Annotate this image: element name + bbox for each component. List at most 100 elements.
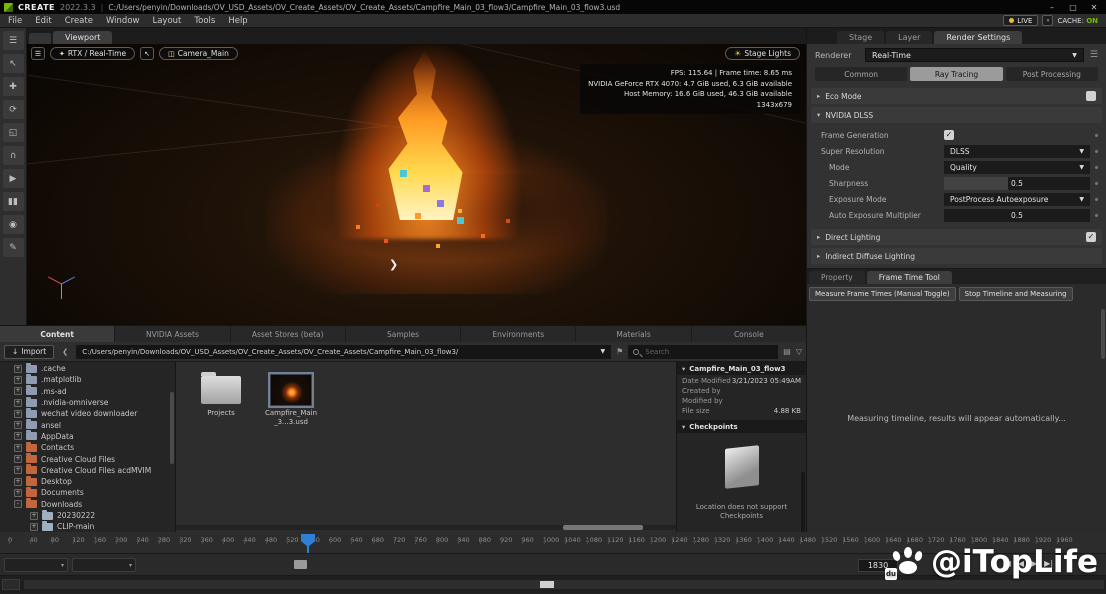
viewport-select-button[interactable]: ↖ (140, 47, 154, 60)
close-button[interactable]: ✕ (1086, 3, 1102, 12)
tree-item[interactable]: + .matplotlib (0, 374, 175, 385)
nvidia-dlss-section[interactable]: ▾ NVIDIA DLSS (811, 107, 1102, 123)
renderer-dropdown[interactable]: Real-Time ▼ (865, 48, 1084, 62)
content-item[interactable]: Projects (194, 374, 248, 418)
details-title[interactable]: ▾Campfire_Main_03_flow3 (677, 362, 806, 375)
direct-lighting-checkbox[interactable] (1086, 232, 1096, 242)
viewport[interactable]: ☰ ✦RTX / Real-Time ↖ ◫Camera_Main ☀Stage… (27, 44, 806, 325)
expand-toggle[interactable]: + (14, 489, 22, 497)
sharpness-slider[interactable]: 0.5 (944, 177, 1090, 190)
expand-toggle[interactable]: + (14, 432, 22, 440)
reset-dot-icon[interactable] (1095, 214, 1098, 217)
snap-tool-button[interactable]: ∩ (3, 146, 24, 165)
browser-tab[interactable]: Samples (346, 326, 460, 342)
timeline-option-box[interactable]: ▾ (72, 558, 136, 572)
auto-exposure-multiplier-field[interactable]: 0.5 (944, 209, 1090, 222)
dlss-mode-dropdown[interactable]: Quality ▼ (944, 161, 1090, 174)
play-tool-button[interactable]: ▶ (3, 169, 24, 188)
menu-tool-button[interactable]: ☰ (3, 31, 24, 50)
render-settings-subtab[interactable]: Post Processing (1006, 67, 1098, 81)
tree-scrollbar[interactable] (170, 392, 174, 464)
expand-toggle[interactable]: + (14, 444, 22, 452)
super-resolution-dropdown[interactable]: DLSS ▼ (944, 145, 1090, 158)
render-settings-subtab[interactable]: Common (815, 67, 907, 81)
renderer-mode-button[interactable]: ✦RTX / Real-Time (50, 47, 135, 60)
indirect-diffuse-lighting-section[interactable]: ▸ Indirect Diffuse Lighting (811, 248, 1102, 264)
tree-item[interactable]: + wechat video downloader (0, 408, 175, 419)
expand-toggle[interactable]: + (14, 365, 22, 373)
gizmo-handles[interactable] (27, 44, 30, 47)
path-dropdown-icon[interactable]: ▼ (600, 348, 605, 355)
live-dropdown[interactable]: ▾ (1042, 15, 1053, 26)
expand-toggle[interactable]: + (14, 421, 22, 429)
reset-dot-icon[interactable] (1095, 150, 1098, 153)
tree-item[interactable]: + Documents (0, 487, 175, 498)
live-sync-button[interactable]: LIVE (1003, 15, 1038, 26)
expand-toggle[interactable]: - (14, 500, 22, 508)
list-view-icon[interactable]: ▤ (783, 347, 791, 356)
timeline-zoom-handle[interactable] (540, 581, 554, 588)
camera-selector-button[interactable]: ◫Camera_Main (159, 47, 238, 60)
tree-item[interactable]: + .ms-ad (0, 386, 175, 397)
panel-tab[interactable]: Render Settings (934, 31, 1022, 44)
minimize-button[interactable]: – (1044, 3, 1060, 12)
move-tool-button[interactable]: ✚ (3, 77, 24, 96)
tree-item[interactable]: + AppData (0, 431, 175, 442)
bookmark-icon[interactable]: ⚑ (616, 347, 623, 356)
renderer-options-icon[interactable]: ☰ (1090, 50, 1098, 60)
expand-toggle[interactable]: + (14, 466, 22, 474)
browser-tab[interactable]: Content (0, 326, 114, 342)
menu-item[interactable]: Layout (152, 16, 181, 26)
pause-tool-button[interactable]: ▮▮ (3, 192, 24, 211)
tree-item[interactable]: + .cache (0, 363, 175, 374)
eco-mode-checkbox[interactable] (1086, 91, 1096, 101)
browser-tab[interactable]: NVIDIA Assets (115, 326, 229, 342)
grid-hscrollbar[interactable] (176, 525, 676, 530)
markup-tool-button[interactable]: ✎ (3, 238, 24, 257)
reset-dot-icon[interactable] (1095, 198, 1098, 201)
expand-toggle[interactable]: + (30, 523, 38, 531)
panel-scrollbar[interactable] (1101, 309, 1105, 359)
browser-tab[interactable]: Environments (461, 326, 575, 342)
back-button[interactable]: ❮ (59, 345, 71, 359)
details-scrollbar[interactable] (801, 472, 805, 532)
checkpoints-section[interactable]: ▾Checkpoints (677, 420, 806, 433)
timeline-option-box[interactable]: ▾ (4, 558, 68, 572)
menu-item[interactable]: File (8, 16, 22, 26)
direct-lighting-section[interactable]: ▸ Direct Lighting (811, 229, 1102, 245)
menu-item[interactable]: Help (228, 16, 247, 26)
filter-icon[interactable]: ▽ (796, 347, 802, 356)
path-field[interactable]: C:/Users/penyin/Downloads/OV_USD_Assets/… (76, 345, 611, 359)
bottom-panel-tab[interactable]: Frame Time Tool (867, 271, 952, 284)
capture-tool-button[interactable]: ◉ (3, 215, 24, 234)
browser-tab[interactable]: Materials (576, 326, 690, 342)
expand-toggle[interactable]: + (14, 387, 22, 395)
viewport-menu-button[interactable]: ☰ (31, 47, 45, 60)
timeline-corner-box[interactable] (2, 579, 20, 590)
expand-toggle[interactable]: + (14, 455, 22, 463)
timeline-zoom-track[interactable] (24, 580, 1104, 589)
browser-tab[interactable]: Console (692, 326, 806, 342)
tree-item[interactable]: + Creative Cloud Files (0, 453, 175, 464)
panel-tab[interactable]: Stage (837, 31, 884, 44)
next-arrow[interactable]: ❯ (389, 258, 398, 271)
frame-time-button[interactable]: Stop Timeline and Measuring (959, 287, 1073, 301)
menu-item[interactable]: Create (65, 16, 93, 26)
stage-lights-button[interactable]: ☀Stage Lights (725, 47, 800, 60)
file-grid[interactable]: Projects Campfire_Main_3...3.usd (176, 362, 676, 532)
frame-generation-checkbox[interactable] (944, 130, 954, 140)
expand-toggle[interactable]: + (14, 410, 22, 418)
bottom-panel-tab[interactable]: Property (809, 271, 865, 284)
menu-item[interactable]: Tools (194, 16, 215, 26)
grid-hscroll-thumb[interactable] (563, 525, 643, 530)
browser-tab[interactable]: Asset Stores (beta) (231, 326, 345, 342)
reset-dot-icon[interactable] (1095, 134, 1098, 137)
tree-item[interactable]: + 20230222 (0, 510, 175, 521)
menu-item[interactable]: Window (106, 16, 140, 26)
eco-mode-section[interactable]: ▸ Eco Mode (811, 88, 1102, 104)
tree-item[interactable]: + Contacts (0, 442, 175, 453)
reset-dot-icon[interactable] (1095, 166, 1098, 169)
tree-item[interactable]: + Creative Cloud Files acdMVIM (0, 465, 175, 476)
rotate-tool-button[interactable]: ⟳ (3, 100, 24, 119)
content-item[interactable]: Campfire_Main_3...3.usd (264, 374, 318, 426)
